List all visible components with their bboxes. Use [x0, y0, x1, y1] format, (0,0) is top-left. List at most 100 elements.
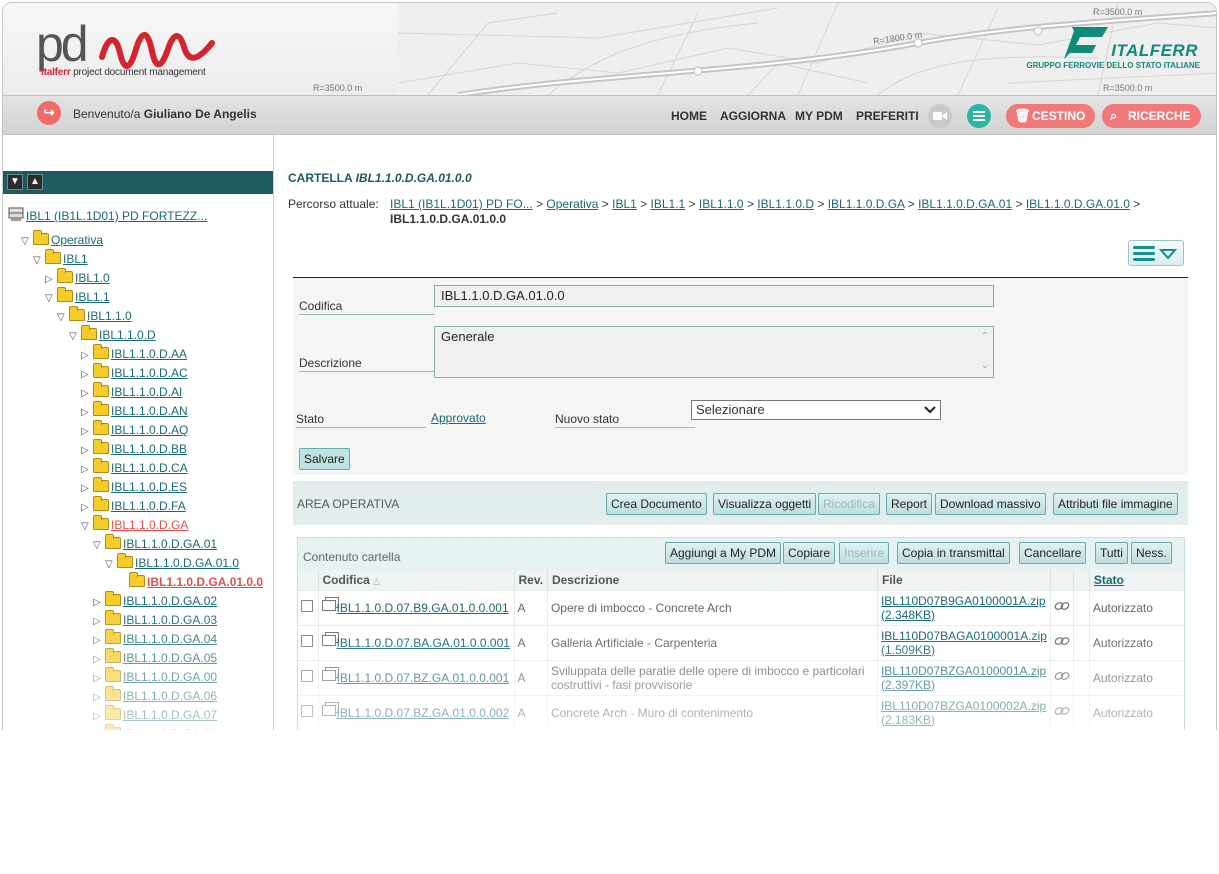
expand-triangle-icon[interactable]: ▷	[81, 367, 93, 383]
tree-node-label[interactable]: IBL1	[63, 252, 88, 266]
report-button[interactable]: Report	[886, 493, 933, 515]
row-code-link[interactable]: IBL1.1.0.D.07.B9.GA.01.0.0.001	[337, 601, 509, 615]
tree-node-label[interactable]: IBL1.1.0.D.AQ	[111, 423, 188, 437]
row-file-link[interactable]: IBL110D07BZGA0100002A.zip (2.183KB)	[881, 699, 1046, 727]
col-codifica[interactable]: Codifica △	[318, 570, 515, 590]
expand-triangle-icon[interactable]: ▷	[81, 348, 93, 364]
recode-button[interactable]: Ricodifica	[818, 493, 881, 515]
row-code-link[interactable]: IBL1.1.0.D.07.BA.GA.01.0.0.001	[337, 636, 510, 650]
search-button[interactable]: ⌕ RICERCHE	[1102, 104, 1201, 128]
tree-node-label[interactable]: IBL1.1.0.D.AC	[111, 366, 188, 380]
tree-node[interactable]: ▽ IBL1.1.0.D.GA.01	[93, 534, 217, 554]
expand-triangle-icon[interactable]: ▷	[93, 671, 105, 687]
breadcrumb-link[interactable]: IBL1.1.0.D	[757, 197, 814, 211]
list-menu-icon[interactable]	[967, 104, 991, 128]
tree-node[interactable]: ▷ IBL1.1.0.D.GA.06	[93, 686, 217, 706]
expand-triangle-icon[interactable]: ▷	[93, 595, 105, 611]
col-stato[interactable]: Stato	[1089, 570, 1184, 590]
row-file-link[interactable]: IBL110D07BAGA0100001A.zip (1.509KB)	[881, 629, 1047, 657]
tree-node-label[interactable]: IBL1.1.0.D.ES	[111, 480, 187, 494]
expand-all-icon[interactable]: ▼	[7, 174, 23, 190]
row-checkbox[interactable]	[301, 635, 313, 647]
breadcrumb-link[interactable]: IBL1.1.0.D.GA.01.0	[1026, 197, 1130, 211]
expand-triangle-icon[interactable]: ▷	[81, 443, 93, 459]
tree-node[interactable]: ▷ IBL1.1.0.D.ES	[81, 477, 187, 497]
tree-node-label[interactable]: IBL1.1.0.D.AN	[111, 404, 188, 418]
tree-node-label[interactable]: IBL1.1.0.D.GA.03	[123, 613, 217, 627]
nav-home[interactable]: HOME	[671, 109, 707, 123]
bulk-download-button[interactable]: Download massivo	[935, 493, 1046, 515]
expand-triangle-icon[interactable]: ▷	[45, 272, 57, 288]
tree-node-label[interactable]: IBL1.1.0.D.BB	[111, 442, 187, 456]
table-row[interactable]: IBL1.1.0.D.07.BA.GA.01.0.0.001 A Galleria …	[298, 624, 1184, 660]
tree-node-label[interactable]: IBL1.1.0.D.GA.01	[123, 537, 217, 551]
tree-node[interactable]: ▷ IBL1.1.0.D.GA.05	[93, 648, 217, 667]
collapse-triangle-icon[interactable]: ▽	[69, 329, 81, 345]
tree-node-label[interactable]: Operativa	[51, 233, 103, 247]
tree-node-label[interactable]: IBL1.1.0.D.CA	[111, 461, 188, 475]
tree-node[interactable]: ▽ Operativa	[21, 230, 103, 249]
table-row[interactable]: IBL1.1.0.D.07.B9.GA.01.0.0.001 A Opere di …	[298, 589, 1184, 625]
expand-triangle-icon[interactable]: ▷	[81, 500, 93, 516]
collapse-all-icon[interactable]: ▲	[27, 174, 43, 190]
nav-aggiorna[interactable]: AGGIORNA	[720, 109, 786, 123]
tree-node[interactable]: ▽ IBL1.1	[45, 287, 110, 307]
collapse-triangle-icon[interactable]: ▽	[57, 310, 69, 326]
expand-triangle-icon[interactable]: ▷	[81, 424, 93, 440]
logout-icon[interactable]: ↪	[37, 101, 61, 125]
collapse-triangle-icon[interactable]: ▽	[45, 291, 57, 307]
tree-node[interactable]: ▷ IBL1.1.0.D.AA	[81, 344, 187, 364]
tree-node[interactable]: ▷ IBL1.1.0.D.BB	[81, 439, 187, 459]
link-icon[interactable]	[1054, 635, 1070, 647]
tree-node-label[interactable]: IBL1.1.0.D.GA.07	[123, 708, 217, 722]
add-to-my-pdm-button[interactable]: Aggiungi a My PDM	[665, 542, 782, 564]
tree-node[interactable]: ▷ IBL1.1.0.D.CA	[81, 458, 188, 477]
link-icon[interactable]	[1054, 670, 1070, 682]
trash-button[interactable]: 🗑 CESTINO	[1006, 104, 1096, 128]
insert-button[interactable]: Inserire	[839, 542, 890, 564]
tree-node-label[interactable]: IBL1.1	[75, 290, 110, 304]
collapse-triangle-icon[interactable]: ▽	[93, 538, 105, 554]
row-checkbox[interactable]	[301, 705, 313, 717]
tree-node[interactable]: ▷ IBL1.1.0.D.AN	[81, 401, 188, 420]
create-document-button[interactable]: Crea Documento	[606, 493, 707, 515]
tree-node[interactable]: ▽ IBL1.1.0.D.GA.01.0	[105, 553, 239, 572]
tree-node-label[interactable]: IBL1.1.0.D.GA.01.0	[135, 556, 239, 570]
tree-node[interactable]: ▽ IBL1.1.0	[57, 306, 132, 326]
table-row[interactable]: IBL1.1.0.D.07.BZ.GA.01.0.0.002 A Concrete …	[298, 694, 1184, 730]
scroll-down-icon[interactable]: ⌄	[981, 360, 989, 371]
image-attributes-button[interactable]: Attributi file immagine	[1053, 493, 1178, 515]
stato-value[interactable]: Approvato	[431, 411, 486, 425]
video-icon[interactable]	[928, 104, 952, 128]
tree-node-label[interactable]: IBL1.1.0.D.AI	[111, 385, 182, 399]
breadcrumb-link[interactable]: IBL1 (IB1L.1D01) PD FO...	[390, 197, 533, 211]
tree-node[interactable]: ▷ IBL1.1.0.D.AI	[81, 382, 182, 401]
row-code-link[interactable]: IBL1.1.0.D.07.BZ.GA.01.0.0.002	[337, 706, 510, 720]
expand-triangle-icon[interactable]: ▷	[93, 690, 105, 706]
tree-node[interactable]: ▷ IBL1.1.0.D.AQ	[81, 420, 188, 440]
row-code-link[interactable]: IBL1.1.0.D.07.BZ.GA.01.0.0.001	[337, 671, 510, 685]
tree-node-label[interactable]: IBL1.1.0.D.GA.04	[123, 632, 217, 646]
breadcrumb-link[interactable]: Operativa	[546, 197, 598, 211]
tree-node-label[interactable]: IBL1.1.0.D.GA.06	[123, 689, 217, 703]
tree-node-label[interactable]: IBL1.1.0	[87, 309, 132, 323]
breadcrumb-link[interactable]: IBL1.1.0	[699, 197, 744, 211]
tree-root[interactable]: IBL1 (IB1L.1D01) PD FORTEZZ...	[8, 207, 207, 224]
link-icon[interactable]	[1054, 600, 1070, 612]
tree-node[interactable]: IBL1.1.0.D.GA.01.0.0	[117, 572, 263, 591]
tree-node[interactable]: ▽ IBL1.1.0.D.GA	[81, 515, 188, 534]
tree-node-label[interactable]: IBL1.0	[75, 271, 110, 285]
row-file-link[interactable]: IBL110D07BZGA0100001A.zip (2.397KB)	[881, 664, 1046, 692]
tree-node-label[interactable]: IBL1.1.0.D.GA.00	[123, 670, 217, 684]
descrizione-field[interactable]: Generale ⌃ ⌄	[434, 326, 994, 378]
select-none-button[interactable]: Ness.	[1131, 542, 1172, 564]
tree-node[interactable]: ▽ IBL1.1.0.D	[69, 325, 156, 345]
expand-triangle-icon[interactable]: ▷	[93, 614, 105, 630]
tree-node[interactable]: ▷ IBL1.1.0.D.AC	[81, 363, 188, 383]
tree-node-label[interactable]: IBL1.1.0.D.GA	[111, 518, 188, 532]
copy-button[interactable]: Copiare	[783, 542, 836, 564]
save-button[interactable]: Salvare	[299, 448, 350, 470]
expand-triangle-icon[interactable]: ▷	[81, 481, 93, 497]
view-objects-button[interactable]: Visualizza oggetti	[713, 493, 817, 515]
codifica-field[interactable]: IBL1.1.0.D.GA.01.0.0	[434, 285, 994, 307]
